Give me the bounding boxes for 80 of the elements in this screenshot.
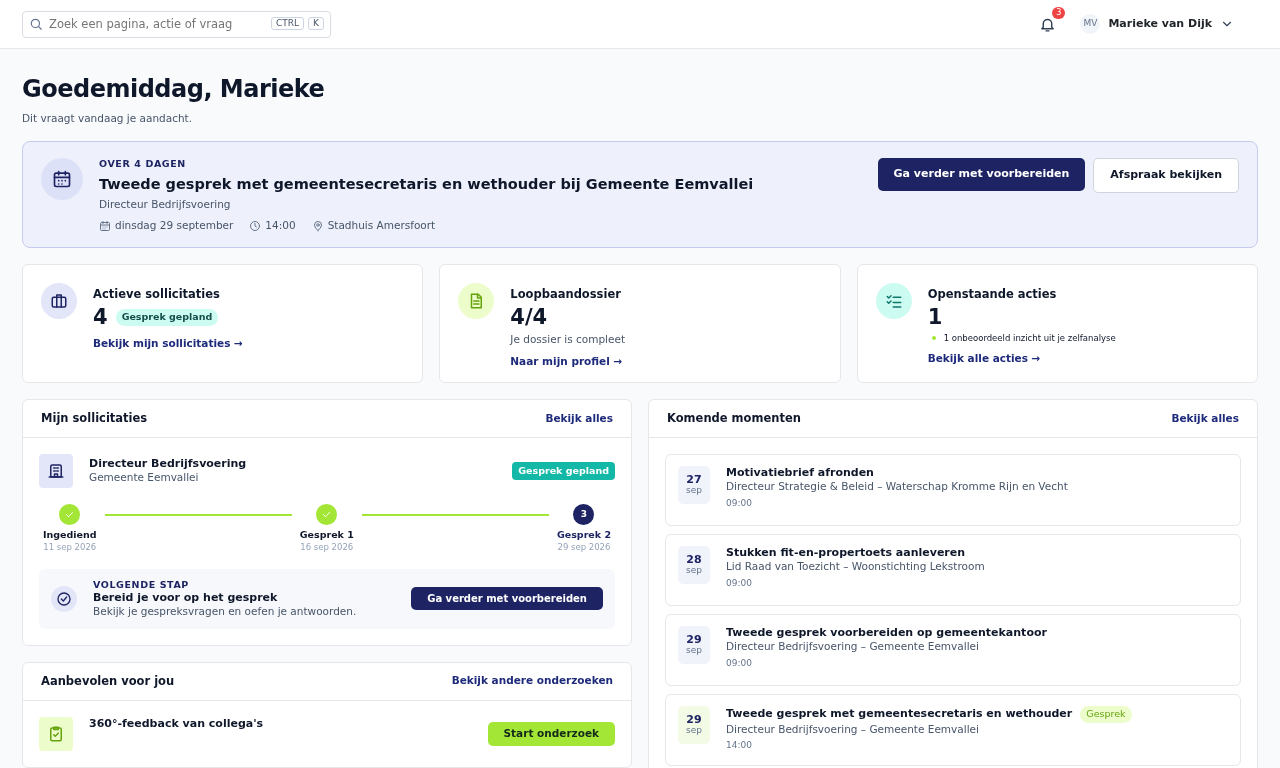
briefcase-icon [50, 291, 68, 310]
page-title: Goedemiddag, Marieke [22, 75, 326, 104]
stat-note: Je dossier is compleet [510, 332, 626, 347]
status-badge: Gesprek gepland [115, 309, 219, 326]
job-title: Directeur Bedrijfsvoering [89, 457, 248, 472]
event-subtitle: Lid Raad van Toezicht – Woonstichting Lekstroom [726, 560, 985, 575]
step-date: 16 sep 2026 [300, 541, 354, 553]
step-date: 29 sep 2026 [557, 541, 611, 553]
event-time: 09:00 [726, 578, 753, 590]
check-circle-icon [56, 590, 72, 607]
appointment-role: Directeur Bedrijfsvoering [99, 197, 232, 212]
clock-icon [249, 220, 262, 233]
eyebrow-label: OVER 4 DAGEN [99, 158, 187, 171]
event-subtitle: Directeur Bedrijfsvoering – Gemeente Eemvallei [726, 722, 980, 737]
step-label: Gesprek 1 [299, 529, 354, 542]
stat-title: Actieve sollicitaties [93, 286, 221, 302]
location-pin-icon [311, 220, 324, 233]
organization-name: Gemeente Eemvallei [89, 471, 200, 486]
next-step-title: Bereid je voor op het gesprek [93, 590, 279, 606]
keyboard-key: CTRL [271, 16, 305, 31]
recommendation-title: 360°-feedback van collega's [89, 716, 265, 732]
eyebrow-label: VOLGENDE STAP [93, 578, 190, 591]
appointment-date: dinsdag 29 september [115, 219, 234, 233]
panel-title: Mijn sollicitaties [41, 411, 148, 427]
view-all-link[interactable]: Bekijk andere onderzoeken [451, 674, 613, 689]
step-label: Gesprek 2 [556, 529, 611, 542]
secondary-button[interactable]: Afspraak bekijken [1093, 158, 1239, 193]
stat-title: Openstaande acties [927, 286, 1058, 302]
event-card[interactable]: 29 sep Tweede gesprek voorbereiden op gemeentekantoor Directeur Bedrijfsvoering – Gemeente Eemvallei 09:00 [665, 614, 1241, 687]
date-block: 28 sep [678, 546, 710, 585]
step-label: Ingediend [43, 529, 97, 542]
stat-title: Loopbaandossier [510, 286, 622, 302]
step-date: 11 sep 2026 [43, 541, 97, 553]
date-block: 29 sep [678, 626, 710, 665]
event-time: 09:00 [726, 658, 753, 670]
user-menu[interactable]: MV Marieke van Dijk [1080, 14, 1234, 34]
card-link[interactable]: Naar mijn profiel → [510, 354, 626, 369]
panel-title: Aanbevolen voor jou [41, 673, 175, 689]
bullet-item: 1 onbeoordeeld inzicht uit je zelfanalyse [943, 332, 1116, 344]
next-step-text: Bekijk je gespreksvragen en oefen je antwoorden. [93, 605, 358, 619]
view-all-link[interactable]: Bekijk alles [1171, 411, 1239, 426]
date-block: 27 sep [678, 466, 710, 505]
notification-badge: 3 [1052, 6, 1066, 19]
bullet-dot [931, 336, 936, 341]
stat-value: 1 [927, 305, 943, 329]
event-subtitle: Directeur Bedrijfsvoering – Gemeente Eemvallei [726, 640, 980, 655]
primary-button[interactable]: Ga verder met voorbereiden [877, 158, 1086, 191]
building-icon [47, 462, 65, 481]
clipboard-icon [47, 724, 65, 743]
stat-value: 4/4 [510, 305, 548, 329]
appointment-title: Tweede gesprek met gemeentesecretaris en wethouder bij Gemeente Eemvallei [99, 174, 755, 194]
start-button[interactable]: Start onderzoek [487, 721, 615, 746]
panel-title: Komende momenten [667, 411, 801, 427]
event-time: 09:00 [726, 498, 753, 510]
user-avatar: MV [1080, 14, 1101, 34]
event-card[interactable]: 28 sep Stukken fit-en-propertoets aanleveren Lid Raad van Toezicht – Woonstichting Lekstroom 09:00 [665, 534, 1241, 607]
continue-button[interactable]: Ga verder met voorbereiden [411, 587, 603, 611]
event-title: Tweede gesprek met gemeentesecretaris en wethouder [726, 707, 1073, 722]
status-badge: Gesprek gepland [512, 462, 615, 481]
card-link[interactable]: Bekijk mijn sollicitaties → [93, 336, 243, 351]
event-card[interactable]: 29 sep Tweede gesprek met gemeentesecretaris en wethouder Gesprek Directeur Bedrijfsvoering – Gemeente Eemvallei 14:00 [665, 694, 1241, 767]
date-block: 29 sep [678, 706, 710, 745]
appointment-location: Stadhuis Amersfoort [327, 219, 436, 233]
step-indicator: 3 [573, 504, 595, 526]
event-subtitle: Directeur Strategie & Beleid – Waterschap Kromme Rijn en Vecht [726, 480, 1068, 495]
event-card[interactable]: 27 sep Motivatiebrief afronden Directeur Strategie & Beleid – Waterschap Kromme Rijn en Vecht 09:00 [665, 454, 1241, 527]
appointment-time: 14:00 [265, 219, 296, 233]
calendar-icon [99, 220, 111, 233]
event-title: Tweede gesprek voorbereiden op gemeentekantoor [726, 626, 1047, 641]
page-subtitle: Dit vraagt vandaag je aandacht. [22, 111, 194, 126]
event-tag: Gesprek [1080, 706, 1132, 723]
keyboard-key: K [308, 16, 324, 31]
stat-value: 4 [93, 305, 108, 329]
search-icon [29, 16, 43, 31]
event-title: Motivatiebrief afronden [726, 466, 874, 481]
calendar-icon [41, 158, 83, 201]
view-all-link[interactable]: Bekijk alles [545, 411, 613, 426]
event-time: 14:00 [726, 740, 753, 752]
card-link[interactable]: Bekijk alle acties → [927, 352, 1116, 366]
event-title: Stukken fit-en-propertoets aanleveren [726, 546, 966, 561]
